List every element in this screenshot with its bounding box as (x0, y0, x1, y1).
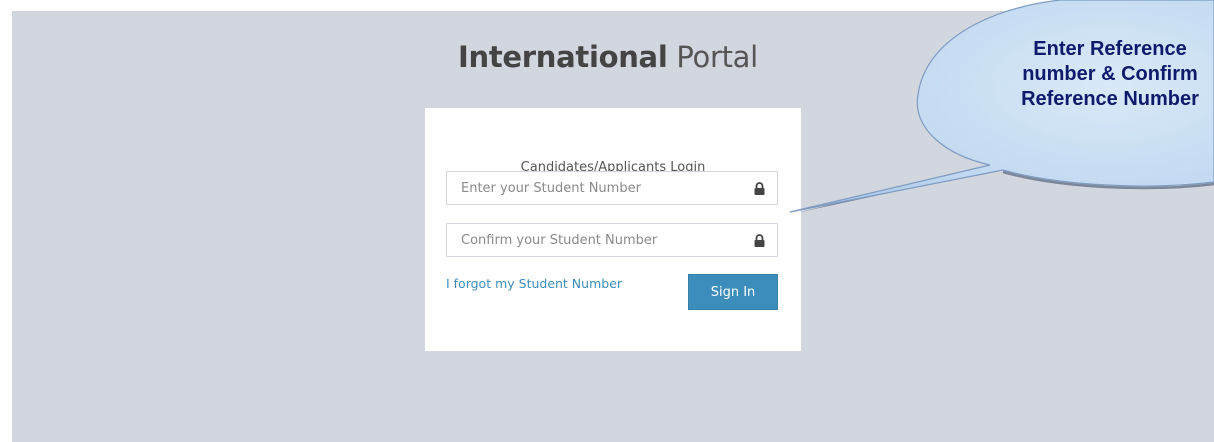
forgot-student-number-link[interactable]: I forgot my Student Number (446, 276, 622, 291)
student-number-field (446, 171, 778, 205)
lock-icon (754, 234, 765, 247)
title-light: Portal (667, 40, 758, 74)
callout-text: Enter Reference number & Confirm Referen… (960, 37, 1214, 112)
confirm-student-number-field (446, 223, 778, 257)
sign-in-button[interactable]: Sign In (688, 274, 778, 310)
student-number-input[interactable] (447, 172, 751, 204)
callout-line-1: Enter Reference (1033, 38, 1187, 60)
page-title: International Portal (458, 40, 758, 74)
lock-icon (754, 182, 765, 195)
callout-line-2: number & Confirm (1022, 63, 1198, 85)
confirm-student-number-input[interactable] (447, 224, 751, 256)
callout-line-3: Reference Number (1021, 88, 1199, 110)
title-bold: International (458, 40, 668, 74)
